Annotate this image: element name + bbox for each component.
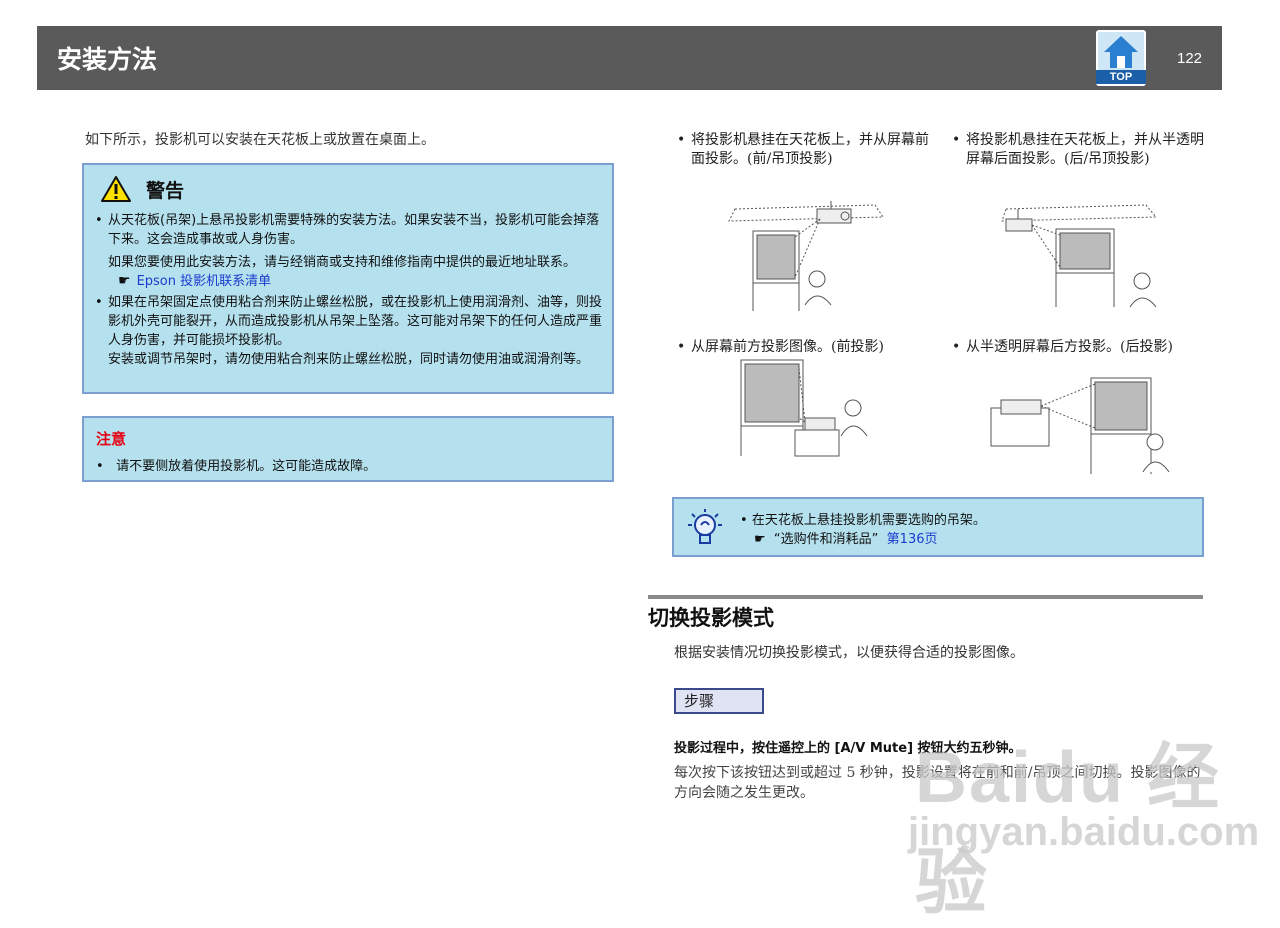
front-ceiling-illustration: [728, 201, 884, 311]
caution-item-text: 请不要侧放着使用投影机。这可能造成故障。: [116, 459, 377, 474]
front-projection-illustration: [740, 359, 868, 457]
list-item: • 如果在吊架固定点使用粘合剂来防止螺丝松脱，或在投影机上使用润滑剂、油等，则投…: [95, 295, 603, 348]
contact-list-link[interactable]: Epson 投影机联系清单: [137, 274, 272, 289]
home-icon: [1098, 32, 1144, 72]
warning-item-subtext: 安装或调节吊架时，请勿使用粘合剂来防止螺丝松脱，同时请勿使用油或润滑剂等。: [108, 352, 590, 367]
pointing-hand-icon: ☛: [754, 532, 766, 547]
top-label: TOP: [1096, 70, 1146, 84]
figure-caption-rear: • 从半透明屏幕后方投影。(后投影): [952, 339, 1173, 355]
warning-header: 警告: [100, 175, 184, 203]
tip-box: • 在天花板上悬挂投影机需要选购的吊架。 ☛ “选购件和消耗品” 第136页: [672, 497, 1204, 557]
caution-title: 注意: [96, 430, 127, 448]
warning-item-subtext: 如果您要使用此安装方法，请与经销商或支持和维修指南中提供的最近地址联系。: [108, 255, 577, 270]
warning-item-text: 如果在吊架固定点使用粘合剂来防止螺丝松脱，或在投影机上使用润滑剂、油等，则投影机…: [108, 295, 603, 348]
top-button[interactable]: TOP: [1096, 30, 1146, 86]
lightbulb-icon: [688, 509, 722, 544]
rear-ceiling-illustration: [1001, 204, 1158, 308]
list-item-sub: 安装或调节吊架时，请勿使用粘合剂来防止螺丝松脱，同时请勿使用油或润滑剂等。: [94, 350, 602, 369]
page-title: 安装方法: [57, 45, 158, 74]
tip-text: 在天花板上悬挂投影机需要选购的吊架。: [751, 513, 986, 528]
list-item-sub: 如果您要使用此安装方法，请与经销商或支持和维修指南中提供的最近地址联系。 ☛ Ep…: [94, 253, 602, 291]
caution-item: • 请不要侧放着使用投影机。这可能造成故障。: [96, 459, 377, 474]
page-number: 122: [1177, 50, 1203, 67]
intro-text: 如下所示，投影机可以安装在天花板上或放置在桌面上。: [85, 132, 435, 148]
tip-ref: “选购件和消耗品”: [773, 532, 879, 547]
rear-projection-illustration: [990, 377, 1170, 474]
page-136-link[interactable]: 第136页: [887, 532, 938, 547]
warning-box: 警告 • 从天花板(吊架)上悬吊投影机需要特殊的安装方法。如果安装不当，投影机可…: [82, 163, 614, 394]
watermark-url: jingyan.baidu.com: [908, 810, 1260, 854]
warning-list: • 从天花板(吊架)上悬吊投影机需要特殊的安装方法。如果安装不当，投影机可能会掉…: [94, 211, 602, 369]
step-label: 步骤: [674, 688, 764, 714]
figure-caption-front-ceiling: • 将投影机悬挂在天花板上，并从屏幕前面投影。(前/吊顶投影): [677, 132, 929, 167]
pointing-hand-icon: ☛: [118, 273, 131, 289]
figure-caption-rear-ceiling: • 将投影机悬挂在天花板上，并从半透明屏幕后面投影。(后/吊顶投影): [952, 132, 1204, 167]
warning-title: 警告: [146, 179, 185, 202]
tip-text-block: • 在天花板上悬挂投影机需要选购的吊架。 ☛ “选购件和消耗品” 第136页: [740, 513, 986, 547]
list-item: • 从天花板(吊架)上悬吊投影机需要特殊的安装方法。如果安装不当，投影机可能会掉…: [95, 213, 600, 247]
warning-item-text: 从天花板(吊架)上悬吊投影机需要特殊的安装方法。如果安装不当，投影机可能会掉落下…: [108, 213, 600, 247]
section-divider: [648, 595, 1203, 599]
caution-box: 注意 • 请不要侧放着使用投影机。这可能造成故障。: [82, 416, 614, 482]
page-header: 安装方法 TOP 122: [37, 26, 1222, 90]
section-intro: 根据安装情况切换投影模式，以便获得合适的投影图像。: [674, 645, 1024, 661]
figure-caption-front: • 从屏幕前方投影图像。(前投影): [677, 339, 884, 355]
warning-icon: [101, 176, 131, 202]
section-title: 切换投影模式: [648, 606, 774, 630]
